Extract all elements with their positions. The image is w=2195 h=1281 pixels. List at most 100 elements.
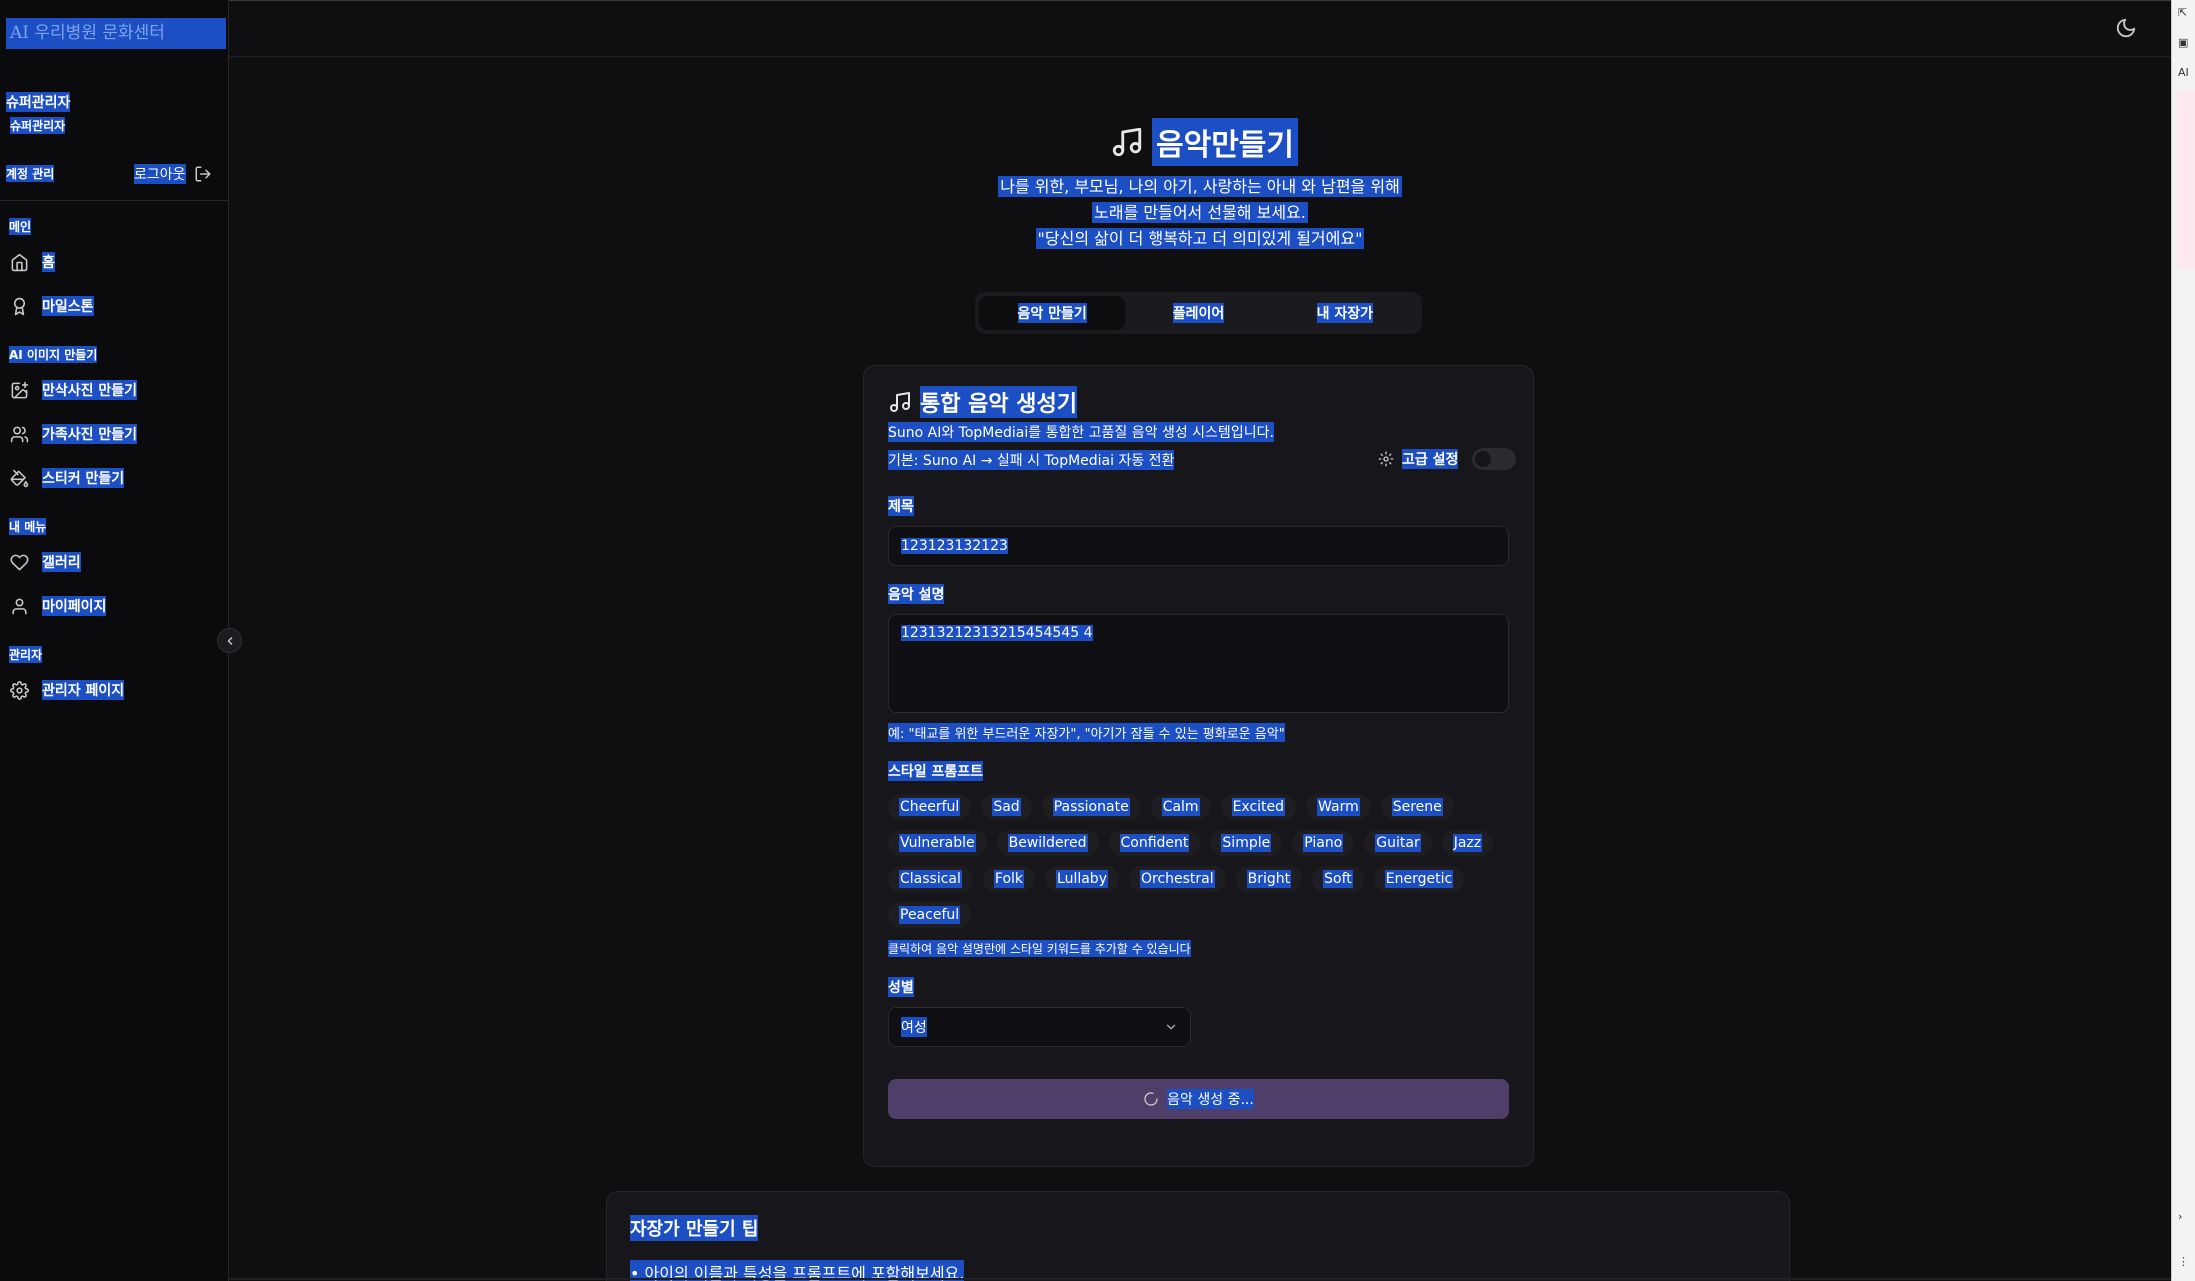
style-chip[interactable]: Warm	[1306, 794, 1371, 820]
style-chip[interactable]: Lullaby	[1045, 866, 1119, 892]
style-chip[interactable]: Simple	[1210, 830, 1283, 856]
style-chip[interactable]: Sad	[981, 794, 1032, 820]
sidebar-item-admin-page[interactable]: 관리자 페이지	[10, 680, 125, 700]
user-icon	[12, 598, 27, 614]
section-my-menu: 내 메뉴	[9, 518, 47, 535]
subtitle-line: 노래를 만들어서 선물해 보세요.	[1092, 202, 1308, 223]
style-chip-label: Jazz	[1452, 834, 1483, 852]
style-chip[interactable]: Energetic	[1373, 866, 1465, 892]
tab-player[interactable]: 플레이어	[1125, 296, 1271, 330]
sidebar-item-label: 홈	[42, 252, 55, 272]
account-settings-link[interactable]: 계정 관리	[6, 165, 55, 182]
style-chip-label: Confident	[1119, 834, 1190, 852]
style-chip[interactable]: Piano	[1292, 830, 1355, 856]
gear-icon	[1378, 451, 1394, 467]
top-header	[229, 1, 2171, 57]
tab-label: 플레이어	[1172, 303, 1225, 323]
subtitle-line: "당신의 삶이 더 행복하고 더 의미있게 될거에요"	[1035, 228, 1365, 249]
description-label: 음악 설명	[888, 584, 945, 604]
generate-music-button[interactable]: 음악 생성 중...	[888, 1079, 1509, 1119]
style-hint: 클릭하여 음악 설명란에 스타일 키워드를 추가할 수 있습니다	[888, 940, 1191, 957]
sidebar-item-maternity-photo[interactable]: 만삭사진 만들기	[10, 380, 138, 400]
style-chip-label: Folk	[993, 870, 1025, 888]
panel-icon[interactable]: ▣	[2178, 36, 2192, 50]
style-chip-label: Vulnerable	[899, 834, 976, 852]
style-chip[interactable]: Guitar	[1364, 830, 1432, 856]
sidebar-item-gallery[interactable]: 갤러리	[10, 552, 81, 572]
bottom-border	[229, 1278, 2171, 1280]
style-chip[interactable]: Orchestral	[1128, 866, 1226, 892]
expand-icon[interactable]: ⇱	[2178, 6, 2192, 20]
title-input[interactable]: 123123132123	[888, 526, 1509, 566]
logout-label: 로그아웃	[134, 164, 186, 184]
more-icon[interactable]: ⋮	[2178, 1255, 2192, 1269]
style-chip-label: Simple	[1221, 834, 1272, 852]
style-chip[interactable]: Peaceful	[888, 902, 972, 928]
chevron-right-icon[interactable]: ›	[2178, 1210, 2192, 1224]
style-chip[interactable]: Confident	[1108, 830, 1201, 856]
style-chip[interactable]: Calm	[1150, 794, 1211, 820]
dark-mode-toggle-icon[interactable]	[2115, 17, 2137, 39]
style-chip-label: Lullaby	[1056, 870, 1108, 888]
advanced-settings-label: 고급 설정	[1402, 449, 1459, 469]
sidebar-item-label: 만삭사진 만들기	[42, 380, 138, 400]
style-chip[interactable]: Bright	[1235, 866, 1303, 892]
sidebar-item-label: 마이페이지	[42, 596, 107, 616]
tab-label: 내 자장가	[1316, 303, 1374, 323]
style-chip[interactable]: Serene	[1380, 794, 1454, 820]
card-fallback-note: 기본: Suno AI → 실패 시 TopMediai 자동 전환	[888, 450, 1175, 470]
tips-title: 자장가 만들기 팁	[630, 1215, 759, 1241]
style-chip[interactable]: Excited	[1220, 794, 1297, 820]
style-chip[interactable]: Bewildered	[996, 830, 1099, 856]
paint-bucket-icon	[10, 469, 29, 487]
style-chip[interactable]: Folk	[982, 866, 1036, 892]
style-chip-label: Passionate	[1052, 798, 1130, 816]
sidebar-item-sticker[interactable]: 스티커 만들기	[10, 468, 125, 488]
style-prompt-label: 스타일 프롬프트	[888, 761, 984, 781]
sidebar-collapse-button[interactable]	[217, 628, 242, 653]
style-chip[interactable]: Soft	[1312, 866, 1364, 892]
page-subtitle: 나를 위한, 부모님, 나의 아기, 사랑하는 아내 와 남편을 위해 노래를 …	[900, 174, 1500, 252]
logout-button[interactable]: 로그아웃	[134, 164, 212, 184]
side-panel-label: AI	[2178, 66, 2189, 79]
style-chip-label: Peaceful	[899, 906, 961, 924]
gender-select[interactable]: 여성	[888, 1007, 1191, 1047]
card-title-text: 통합 음악 생성기	[920, 386, 1077, 418]
award-icon	[13, 297, 26, 315]
music-note-icon	[890, 392, 910, 412]
section-ai-image: AI 이미지 만들기	[9, 346, 98, 363]
sidebar-item-mypage[interactable]: 마이페이지	[10, 596, 107, 616]
app-logo[interactable]: AI 우리병원 문화센터	[6, 18, 226, 49]
side-panel-highlight	[2177, 90, 2195, 270]
user-name: 슈퍼관리자	[6, 92, 71, 112]
page-title-wrap: 음악만들기	[1110, 118, 1298, 166]
lullaby-tips-card: 자장가 만들기 팁 • 아이의 이름과 특성을 프롬프트에 포함해보세요.	[606, 1191, 1790, 1281]
style-chip[interactable]: Classical	[888, 866, 973, 892]
gear-icon	[10, 680, 29, 700]
style-chip[interactable]: Vulnerable	[888, 830, 987, 856]
toggle-knob	[1475, 451, 1492, 467]
music-generator-card: 통합 음악 생성기 Suno AI와 TopMediai를 통합한 고품질 음악…	[863, 365, 1534, 1167]
tab-make-music[interactable]: 음악 만들기	[979, 296, 1126, 330]
description-textarea[interactable]: 12313212313215454545 4	[888, 614, 1509, 713]
section-main: 메인	[9, 218, 32, 235]
style-chip[interactable]: Jazz	[1441, 830, 1494, 856]
style-chip[interactable]: Cheerful	[888, 794, 972, 820]
image-plus-icon	[11, 381, 29, 398]
advanced-settings-toggle[interactable]	[1472, 448, 1517, 470]
sidebar-item-home[interactable]: 홈	[10, 252, 55, 272]
heart-icon	[10, 554, 29, 570]
tab-my-lullaby[interactable]: 내 자장가	[1272, 296, 1418, 330]
section-admin: 관리자	[9, 646, 43, 663]
style-chip-label: Bright	[1246, 870, 1292, 888]
card-title: 통합 음악 생성기	[888, 386, 1077, 418]
sidebar-item-milestone[interactable]: 마일스톤	[10, 296, 94, 316]
logout-icon	[195, 166, 211, 182]
style-chip-label: Guitar	[1375, 834, 1421, 852]
style-chip-label: Energetic	[1384, 870, 1454, 888]
style-chip[interactable]: Passionate	[1041, 794, 1141, 820]
sidebar-item-family-photo[interactable]: 가족사진 만들기	[10, 424, 138, 444]
gender-label: 성별	[888, 977, 914, 997]
chevron-left-icon	[227, 636, 232, 645]
style-chip-label: Classical	[899, 870, 962, 888]
